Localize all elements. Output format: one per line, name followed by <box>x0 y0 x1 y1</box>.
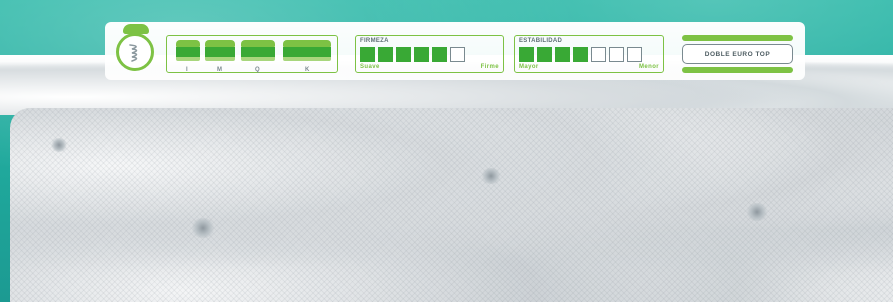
level-segment <box>627 47 642 62</box>
level-segment <box>360 47 375 62</box>
mattress-surface-image <box>10 108 893 302</box>
size-selector: I M Q K <box>166 35 338 73</box>
model-bar-bottom <box>682 67 793 73</box>
level-segment <box>378 47 393 62</box>
level-segment <box>609 47 624 62</box>
size-label: K <box>305 67 310 73</box>
level-segment <box>519 47 534 62</box>
tuft <box>50 138 68 152</box>
firmness-high-label: Firme <box>480 64 499 70</box>
model-tag: DOBLE EURO TOP <box>682 44 793 64</box>
firmness-title: FIRMEZA <box>360 38 389 44</box>
level-segment <box>537 47 552 62</box>
model-bar-top <box>682 35 793 41</box>
level-segment <box>432 47 447 62</box>
tuft <box>480 168 502 184</box>
firmness-low-label: Suave <box>360 64 380 70</box>
level-segment <box>573 47 588 62</box>
level-segment <box>555 47 570 62</box>
spring-coil-icon <box>129 44 138 62</box>
stability-high-label: Menor <box>639 64 659 70</box>
stability-scale: ESTABILIDAD Mayor Menor <box>514 35 664 73</box>
stability-title: ESTABILIDAD <box>519 38 563 44</box>
stability-low-label: Mayor <box>519 64 539 70</box>
level-segment <box>450 47 465 62</box>
level-segment <box>591 47 606 62</box>
badge-ring <box>116 33 154 71</box>
level-segment <box>396 47 411 62</box>
level-segment <box>414 47 429 62</box>
spring-badge <box>114 24 158 78</box>
tuft <box>745 203 769 221</box>
size-label: I <box>186 67 189 73</box>
tuft <box>190 218 216 238</box>
size-label: M <box>217 67 223 73</box>
size-label: Q <box>255 67 261 73</box>
firmness-scale: FIRMEZA Suave Firme <box>355 35 504 73</box>
